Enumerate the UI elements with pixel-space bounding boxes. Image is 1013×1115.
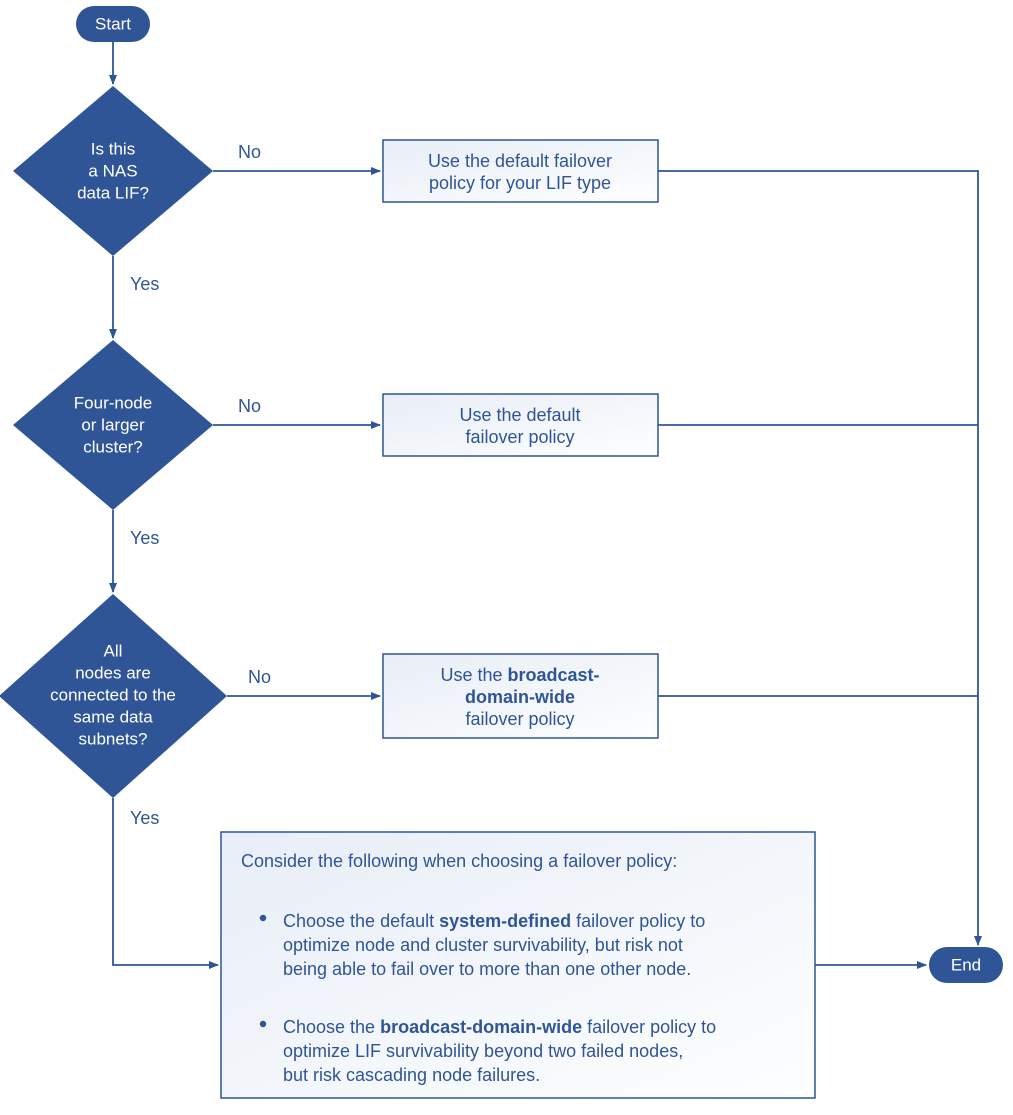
branch-yes-1: Yes [130,274,159,294]
svg-text:Four-node: Four-node [74,393,152,412]
process-broadcast-domain-wide: Use the broadcast- domain-wide failover … [383,654,658,738]
branch-no-2: No [238,396,261,416]
svg-text:All: All [104,641,123,660]
svg-text:failover policy: failover policy [465,709,574,729]
svg-text:nodes are: nodes are [75,663,151,682]
svg-text:domain-wide: domain-wide [465,687,575,707]
svg-text:Use the default: Use the default [459,405,580,425]
svg-text:Use the broadcast-: Use the broadcast- [440,665,599,685]
connector [113,798,218,965]
svg-text:policy for your LIF type: policy for your LIF type [429,173,611,193]
svg-text:optimize node and cluster surv: optimize node and cluster survivability,… [283,935,683,955]
process-considerations: Consider the following when choosing a f… [221,832,815,1098]
start-label: Start [95,14,131,33]
decision-same-subnets: All nodes are connected to the same data… [0,594,227,798]
flowchart-canvas: Start Is this a NAS data LIF? No Use the… [0,0,1013,1115]
svg-text:optimize LIF survivability bey: optimize LIF survivability beyond two fa… [283,1041,683,1061]
terminal-end: End [929,947,1003,983]
process-default-failover: Use the default failover policy [383,394,658,456]
svg-text:connected to the: connected to the [50,685,176,704]
svg-text:being able to fail over to mor: being able to fail over to more than one… [283,959,691,979]
end-label: End [951,955,981,974]
branch-no-1: No [238,142,261,162]
terminal-start: Start [76,6,150,42]
svg-text:failover policy: failover policy [465,427,574,447]
branch-yes-2: Yes [130,528,159,548]
svg-text:Use the default failover: Use the default failover [428,151,612,171]
bullet-icon [260,1021,266,1027]
decision-nas-lif: Is this a NAS data LIF? [13,86,213,256]
svg-text:same data: same data [73,707,153,726]
svg-text:subnets?: subnets? [79,729,148,748]
svg-text:data LIF?: data LIF? [77,183,149,202]
svg-text:Is this: Is this [91,139,135,158]
bullet-2-line-1: Choose the broadcast-domain-wide failove… [283,1017,716,1037]
connector [658,171,978,922]
svg-text:or larger: or larger [81,415,145,434]
branch-no-3: No [248,667,271,687]
svg-text:cluster?: cluster? [83,437,143,456]
branch-yes-3: Yes [130,808,159,828]
bullet-icon [260,915,266,921]
bullet-1-line-1: Choose the default system-defined failov… [283,911,705,931]
svg-text:but risk cascading node failur: but risk cascading node failures. [283,1065,540,1085]
decision-four-node: Four-node or larger cluster? [13,340,213,510]
svg-text:a NAS: a NAS [88,161,137,180]
svg-text:Consider the following when ch: Consider the following when choosing a f… [241,851,677,871]
process-default-lif-type: Use the default failover policy for your… [383,140,658,202]
